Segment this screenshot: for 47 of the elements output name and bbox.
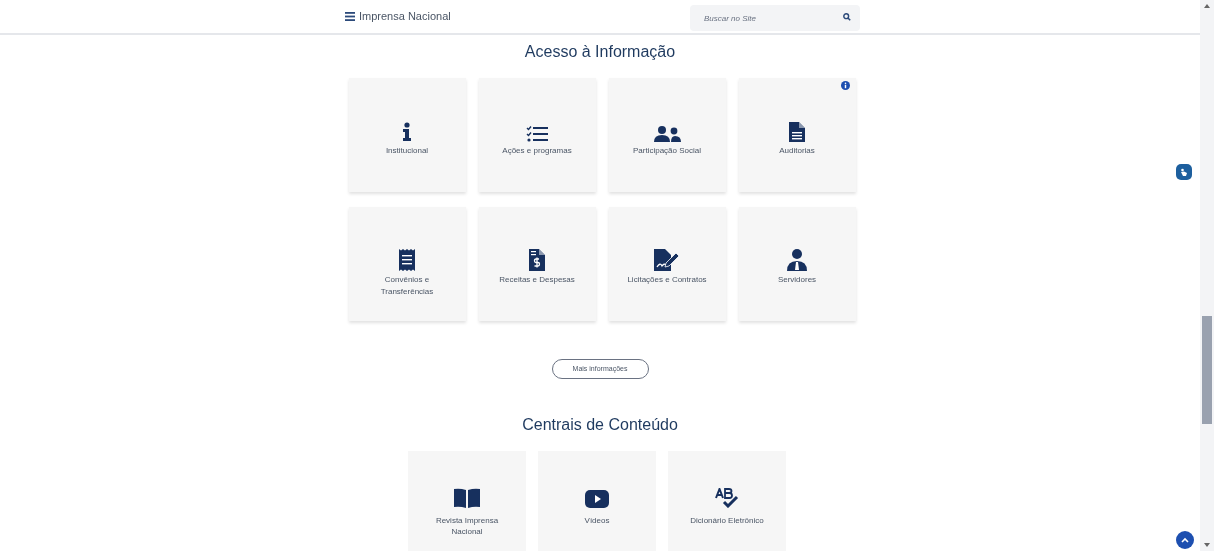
chevron-up-icon [1181,537,1189,543]
card-label: Revista Imprensa Nacional [434,515,500,537]
section-heading: Centrais de Conteúdo [522,415,678,435]
document-icon [789,122,805,142]
card-label: Participação Social [631,145,702,157]
search-field[interactable]: Buscar no Site [690,5,860,31]
card-label: Licitações e Contratos [627,274,707,286]
card-label: Receitas e Despesas [498,274,576,286]
section-heading: Acesso à Informação [524,42,676,62]
link-card[interactable]: Receitas e Despesas [478,207,596,321]
invoice-icon [529,249,545,271]
link-card[interactable]: Participação Social [608,78,726,192]
checklist-icon [526,126,548,142]
scrollbar-thumb[interactable] [1202,316,1212,424]
card-label: Ações e programas [501,145,573,157]
card-label: Dicionário Eletrônico [689,515,765,526]
card-label: Institucional [384,145,430,157]
receipt-icon [399,249,415,271]
link-card[interactable]: Convênios e Transferências [348,207,466,321]
link-card[interactable]: Revista Imprensa Nacional [408,451,526,551]
link-card[interactable]: Servidores [738,207,856,321]
scroll-down-arrow-icon[interactable] [1204,543,1210,547]
back-to-top-button[interactable] [1176,531,1194,549]
book-icon [454,488,480,508]
link-card[interactable]: Dicionário Eletrônico [668,451,786,551]
card-label: Auditorias [778,145,816,157]
spellcheck-icon [715,488,739,508]
link-card[interactable]: Licitações e Contratos [608,207,726,321]
employee-icon [787,249,807,271]
card-label: Servidores [776,274,818,286]
link-card[interactable]: Ações e programas [478,78,596,192]
video-play-icon [585,490,609,508]
menu-icon[interactable] [345,12,355,21]
signed-document-icon [654,249,680,271]
card-label: Convênios e Transferências [379,274,435,298]
link-card[interactable]: Institucional [348,78,466,192]
scroll-up-arrow-icon[interactable] [1204,4,1210,8]
info-icon [402,122,412,142]
link-card[interactable]: Auditorias [738,78,856,192]
link-card[interactable]: Vídeos [538,451,656,551]
users-icon [653,126,681,142]
card-label: Vídeos [583,515,611,526]
scrollbar[interactable] [1200,0,1214,551]
site-title[interactable]: Imprensa Nacional [359,8,451,25]
accessibility-button[interactable] [1176,164,1192,180]
info-badge-icon[interactable] [840,81,850,90]
search-icon[interactable] [843,12,851,21]
